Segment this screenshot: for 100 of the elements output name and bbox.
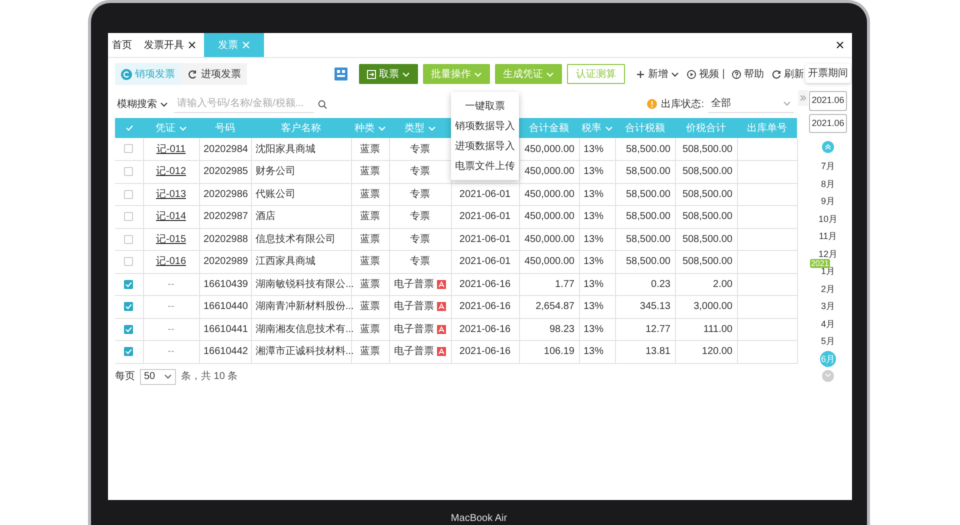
page-tab[interactable]: 发票开具 (140, 33, 204, 57)
table-cell: -- (168, 301, 174, 312)
table-cell: 蓝票 (360, 234, 380, 245)
table-cell: 16610440 (204, 301, 248, 312)
month-item[interactable]: 3月 (820, 300, 835, 314)
month-item[interactable]: 9月 (820, 195, 835, 208)
row-checkbox[interactable] (124, 280, 134, 289)
grid-icon (334, 67, 348, 81)
table-cell: 508,500.00 (682, 166, 732, 178)
table-cell: 蓝票 (360, 256, 380, 268)
table-cell: 酒店 (256, 211, 276, 222)
column-header: 价税合计 (675, 118, 737, 138)
close-icon (242, 41, 250, 49)
page-tab[interactable]: 首页 (108, 33, 140, 57)
table-cell: 508,500.00 (682, 234, 732, 245)
status-label: 出库状态: (661, 98, 704, 112)
table-cell: 13% (584, 188, 604, 200)
toolbar-link[interactable]: 视频 (687, 66, 719, 82)
row-checkbox[interactable] (124, 324, 134, 334)
checkmark-icon (124, 347, 134, 356)
table-cell: 2021-06-16 (459, 301, 511, 312)
month-item[interactable]: 2月 (820, 282, 835, 296)
voucher-link[interactable]: 记-016 (156, 256, 186, 268)
row-checkbox[interactable] (124, 212, 134, 222)
table-cell: 湖南青冲新材料股份... (256, 301, 354, 312)
table-cell: 120.00 (702, 346, 732, 358)
month-item[interactable]: 4月 (820, 318, 835, 331)
toolbar-link[interactable]: 新增 (636, 66, 679, 82)
row-checkbox[interactable] (124, 190, 134, 199)
row-checkbox[interactable] (124, 144, 134, 154)
checkmark-icon (124, 324, 134, 334)
table-cell: 508,500.00 (682, 211, 732, 222)
search-field[interactable]: 请输入号码/名称/金额/税额... (174, 95, 314, 113)
chevron-down-icon (164, 374, 172, 379)
status-select[interactable]: 全部 (708, 95, 794, 113)
table-cell-text: 专票 (410, 164, 430, 180)
row-checkbox[interactable] (124, 234, 134, 244)
table-cell: 450,000.00 (524, 166, 574, 178)
table-cell: 13% (584, 234, 604, 245)
table-cell: 20202987 (204, 211, 248, 222)
table-cell: 0.23 (651, 278, 670, 290)
search-mode-dropdown[interactable]: 模糊搜索 (115, 96, 170, 112)
table-cell: 508,500.00 (682, 256, 732, 268)
voucher-link[interactable]: 记-012 (156, 166, 186, 178)
chevron-down-icon (178, 126, 186, 130)
toolbar-link[interactable]: 刷新 (772, 66, 804, 82)
voucher-link[interactable]: 记-015 (156, 234, 186, 245)
column-header: 出库单号 (737, 118, 797, 138)
page-size-select[interactable]: 50 (140, 368, 176, 384)
table-cell: 58,500.00 (626, 211, 670, 222)
table-cell: 湘潭市正诚科技材料... (256, 346, 354, 358)
table-cell: 2021-06-16 (459, 278, 511, 290)
month-item[interactable]: 11月 (818, 230, 838, 244)
menu-item[interactable]: 一键取票 (451, 96, 519, 116)
toolbar-link[interactable]: 帮助 (732, 66, 764, 82)
month-item[interactable]: 12月 (818, 248, 838, 261)
scroll-up-icon (822, 141, 834, 153)
row-checkbox[interactable] (124, 347, 134, 356)
double-chevron-icon (800, 95, 806, 101)
menu-item[interactable]: 电票文件上传 (451, 156, 519, 176)
table-cell: 江西家具商城 (256, 256, 316, 268)
toolbar-button[interactable]: 取票 (359, 64, 418, 84)
voucher-link[interactable]: 记-011 (156, 144, 186, 154)
table-cell: 450,000.00 (524, 234, 574, 245)
table-cell: 58,500.00 (626, 188, 670, 200)
month-item[interactable]: 7月 (820, 160, 835, 174)
column-header: 合计金额 (519, 118, 579, 138)
table-cell: 沈阳家具商城 (256, 144, 316, 154)
row-checkbox[interactable] (124, 302, 134, 312)
menu-item[interactable]: 进项数据导入 (451, 136, 519, 156)
select-all-header[interactable] (115, 118, 143, 138)
voucher-link[interactable]: 记-013 (156, 188, 186, 200)
voucher-link[interactable]: 记-014 (156, 211, 186, 222)
table-cell: -- (168, 324, 174, 335)
row-checkbox[interactable] (124, 257, 134, 266)
column-header: 客户名称 (251, 118, 351, 138)
checkmark-icon (124, 302, 134, 312)
ticket-icon (367, 70, 376, 78)
collapse-button[interactable] (798, 90, 808, 106)
table-cell: 16610441 (204, 324, 248, 335)
month-item[interactable]: 1月 (820, 265, 835, 278)
chevron-down-icon (783, 101, 791, 106)
table-cell: 蓝票 (360, 278, 380, 290)
table-cell: 58,500.00 (626, 166, 670, 178)
table-cell: 13% (584, 256, 604, 268)
row-checkbox[interactable] (124, 167, 134, 176)
table-cell: 20202986 (204, 188, 248, 200)
table-cell: 蓝票 (360, 301, 380, 312)
table-cell-text: 电子普票 (394, 300, 434, 314)
table-cell: 财务公司 (256, 166, 296, 178)
table-cell: 2.00 (713, 278, 732, 290)
month-item[interactable]: 8月 (820, 178, 835, 191)
month-item[interactable]: 5月 (820, 335, 835, 348)
chevron-down-icon (428, 126, 436, 130)
period-button[interactable]: 开票期间 (805, 64, 851, 83)
month-item[interactable]: 10月 (818, 212, 838, 226)
period-field[interactable]: 2021.06 (808, 91, 848, 110)
period-field[interactable]: 2021.06 (808, 114, 848, 133)
checkmark-icon (124, 280, 134, 289)
table-cell: 20202989 (204, 256, 248, 268)
